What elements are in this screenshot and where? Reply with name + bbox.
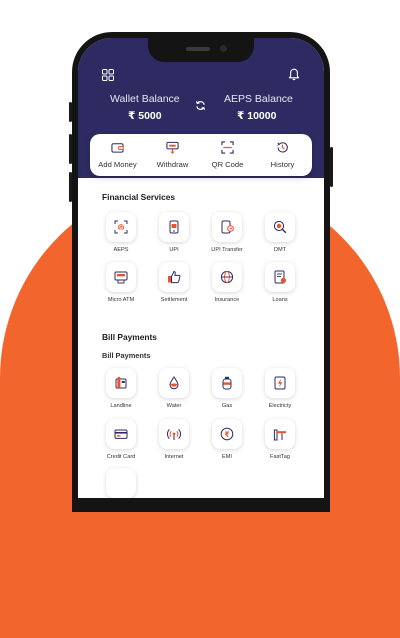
bill-credit-card[interactable] <box>106 419 136 449</box>
history-label: History <box>270 160 295 169</box>
qr-code-label: QR Code <box>211 160 244 169</box>
service-upi-label: UPI <box>169 247 179 253</box>
refresh-icon[interactable] <box>195 100 206 111</box>
service-insurance-label: Insurance <box>214 297 240 303</box>
bill-more-tile[interactable] <box>106 468 136 498</box>
service-upi-transfer-label: UPI Transfer <box>211 247 243 253</box>
thumbs-up-icon <box>168 270 181 284</box>
withdraw-icon <box>166 141 179 154</box>
bill-internet-label: Internet <box>164 454 184 460</box>
add-money-button[interactable]: Add Money <box>90 134 145 176</box>
svg-text:₹: ₹ <box>224 430 229 439</box>
bill-emi[interactable]: ₹ <box>212 419 242 449</box>
aeps-balance-label: AEPS Balance <box>224 93 293 105</box>
service-aeps-label: AEPS <box>113 247 129 253</box>
service-settlement[interactable] <box>159 262 189 292</box>
bill-water-label: Water <box>166 403 182 409</box>
history-button[interactable]: History <box>255 134 310 176</box>
bill-fasttag[interactable] <box>265 419 295 449</box>
globe-icon <box>220 270 234 284</box>
water-drop-icon <box>169 376 179 390</box>
bill-internet[interactable] <box>159 419 189 449</box>
electricity-icon <box>274 376 286 390</box>
aeps-balance-value: ₹ 10000 <box>237 110 277 122</box>
bill-emi-label: EMI <box>222 454 232 460</box>
phone-screen: Wallet Balance ₹ 5000 AEPS Balance ₹ 100… <box>78 38 324 498</box>
toll-barrier-icon <box>273 429 286 441</box>
service-upi[interactable] <box>159 212 189 242</box>
micro-atm-icon <box>114 271 128 284</box>
service-insurance[interactable] <box>212 262 242 292</box>
withdraw-label: Withdraw <box>156 160 189 169</box>
notification-bell-icon[interactable] <box>288 68 300 81</box>
landline-icon <box>115 377 127 389</box>
service-loans[interactable] <box>265 262 295 292</box>
wallet-balance-label: Wallet Balance <box>110 93 180 105</box>
credit-card-icon <box>114 429 128 439</box>
fingerprint-icon <box>114 220 128 234</box>
add-money-label: Add Money <box>98 160 137 169</box>
bill-payments-subtitle: Bill Payments <box>102 351 151 360</box>
bill-landline[interactable] <box>106 368 136 398</box>
bill-landline-label: Landline <box>110 403 132 409</box>
service-dmt[interactable] <box>265 212 295 242</box>
service-loans-label: Loans <box>272 297 288 303</box>
bill-electricity[interactable] <box>265 368 295 398</box>
rupee-coin-icon: ₹ <box>220 427 234 441</box>
financial-services-title: Financial Services <box>102 192 176 202</box>
bill-gas-label: Gas <box>221 403 233 409</box>
phone-notch <box>148 38 254 62</box>
gas-cylinder-icon <box>222 376 232 390</box>
service-aeps[interactable] <box>106 212 136 242</box>
bill-gas[interactable] <box>212 368 242 398</box>
service-upi-transfer[interactable] <box>212 212 242 242</box>
service-micro-atm-label: Micro ATM <box>107 297 135 303</box>
menu-grid-icon[interactable] <box>102 69 114 81</box>
service-settlement-label: Settlement <box>160 297 188 303</box>
withdraw-button[interactable]: Withdraw <box>145 134 200 176</box>
qr-code-button[interactable]: QR Code <box>200 134 255 176</box>
wallet-balance-value: ₹ 5000 <box>128 110 162 122</box>
wallet-icon <box>111 143 124 153</box>
loan-document-icon <box>274 270 286 284</box>
bill-water[interactable] <box>159 368 189 398</box>
bill-credit-card-label: Credit Card <box>106 454 136 460</box>
bill-fasttag-label: FastTag <box>270 454 290 460</box>
bill-payments-title: Bill Payments <box>102 332 157 342</box>
history-icon <box>277 142 288 153</box>
upi-phone-icon <box>169 220 179 234</box>
wifi-icon <box>167 429 181 440</box>
qr-scan-icon <box>221 141 234 154</box>
service-dmt-label: DMT <box>273 247 287 253</box>
service-micro-atm[interactable] <box>106 262 136 292</box>
upi-transfer-icon <box>221 220 234 234</box>
quick-actions-card: Add Money Withdraw QR Code History <box>90 134 312 176</box>
bill-electricity-label: Electricty <box>268 403 292 409</box>
money-search-icon <box>273 220 287 234</box>
